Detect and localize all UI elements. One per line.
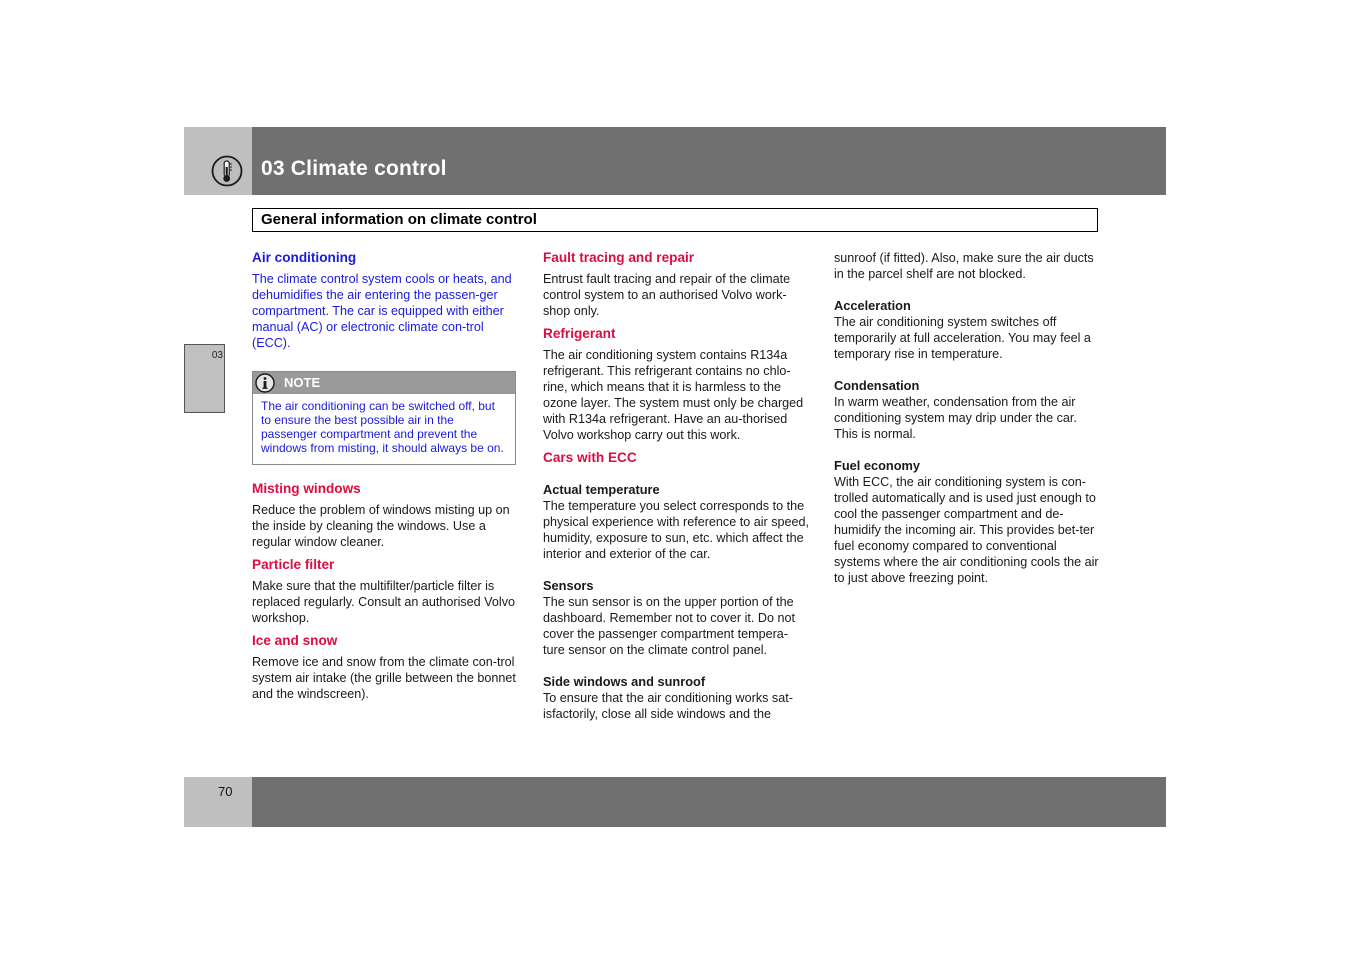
column-3: sunroof (if fitted). Also, make sure the… [834,250,1100,586]
info-icon [255,373,275,393]
heading-air-conditioning: Air conditioning [252,250,357,265]
heading-cars-with-ecc: Cars with ECC [543,450,637,465]
text-fuel-economy: With ECC, the air conditioning system is… [834,475,1099,585]
heading-side-windows: Side windows and sunroof [543,674,706,689]
text-air-conditioning: The climate control system cools or heat… [252,272,512,350]
text-side-windows: To ensure that the air conditioning work… [543,691,793,721]
section-title: General information on climate control [261,211,537,228]
heading-sensors: Sensors [543,578,594,593]
column-1: Air conditioning The climate control sys… [252,250,518,702]
heading-acceleration: Acceleration [834,298,911,313]
text-ice-and-snow: Remove ice and snow from the climate con… [252,655,516,701]
heading-refrigerant: Refrigerant [543,326,616,341]
text-particle-filter: Make sure that the multifilter/particle … [252,579,515,625]
note-header: NOTE [253,372,515,394]
side-tab-label: 03 [211,350,223,361]
text-condensation: In warm weather, condensation from the a… [834,395,1077,441]
chapter-title: 03 Climate control [261,157,447,180]
text-sunroof-continued: sunroof (if fitted). Also, make sure the… [834,251,1094,281]
heading-fault-tracing: Fault tracing and repair [543,250,695,265]
thermometer-icon [211,155,243,187]
heading-particle-filter: Particle filter [252,557,335,572]
note-text: The air conditioning can be switched off… [261,399,504,455]
heading-fuel-economy: Fuel economy [834,458,921,473]
heading-actual-temperature: Actual temperature [543,482,660,497]
chapter-side-tab: 03 [184,344,225,413]
text-fault-tracing: Entrust fault tracing and repair of the … [543,272,791,318]
heading-misting-windows: Misting windows [252,481,361,496]
text-actual-temperature: The temperature you select corresponds t… [543,499,810,561]
text-misting-windows: Reduce the problem of windows misting up… [252,503,510,549]
section-title-box: General information on climate control [252,208,1098,232]
heading-ice-and-snow: Ice and snow [252,633,338,648]
text-refrigerant: The air conditioning system contains R13… [543,348,804,442]
footer-bar [252,777,1166,827]
text-acceleration: The air conditioning system switches off… [834,315,1091,361]
heading-condensation: Condensation [834,378,920,393]
column-2: Fault tracing and repair Entrust fault t… [543,250,809,722]
note-label: NOTE [284,375,321,390]
page-number: 70 [218,784,233,799]
note-box: NOTE The air conditioning can be switche… [252,371,516,465]
text-sensors: The sun sensor is on the upper portion o… [543,595,796,657]
